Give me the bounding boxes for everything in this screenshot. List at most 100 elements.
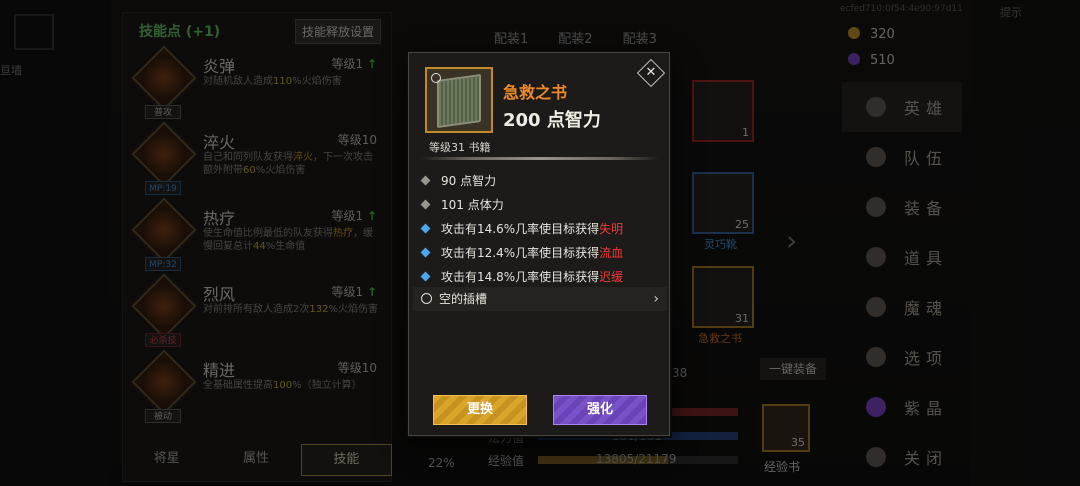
desc-highlight: 100 [273, 380, 293, 391]
gem-icon [848, 53, 860, 65]
desc-text: 自己和同列队友获得 [203, 152, 293, 163]
skill-row[interactable]: 必杀技 烈风 等级1 ↑ 对前排所有敌人造成2次132%火焰伤害 [131, 273, 383, 353]
chevron-right-icon: › [653, 291, 659, 307]
desc-text: 使生命值比例最低的队友获得 [203, 228, 333, 239]
equipment-slot-book[interactable]: 31 [692, 266, 754, 328]
menu-label: 队伍 [904, 149, 949, 168]
skill-name: 热疗 [203, 209, 236, 228]
skill-tag: MP:32 [145, 257, 181, 271]
exp-book-label: 经验书 [764, 460, 801, 474]
gold-icon [848, 27, 860, 39]
desc-highlight: 60 [243, 165, 256, 176]
menu-label: 紫晶 [904, 399, 949, 418]
menu-item-team[interactable]: 队伍 [842, 132, 962, 182]
slot-label: 灵巧靴 [704, 238, 737, 251]
menu-item-items[interactable]: 道具 [842, 232, 962, 282]
skill-description: 对前排所有敌人造成2次132%火焰伤害 [203, 303, 379, 316]
desc-text: 对随机敌人造成 [203, 76, 273, 87]
bag-icon [866, 247, 886, 267]
slot-count: 1 [742, 126, 749, 139]
skill-level: 等级10 [337, 133, 377, 147]
menu-label: 道具 [904, 249, 949, 268]
desc-text: %火焰伤害 [255, 165, 306, 176]
slot-label: 急救之书 [698, 332, 742, 345]
desc-text: %生命值 [265, 241, 306, 252]
desc-highlight: 110 [273, 76, 293, 87]
effect-text: 攻击有14.8%几率使目标获得 [441, 270, 600, 284]
stat-text: 101 点体力 [441, 198, 504, 212]
tab-attributes[interactable]: 属性 [211, 444, 300, 476]
close-icon[interactable]: ✕ [644, 62, 658, 84]
book-icon [437, 73, 481, 129]
exp-book-item[interactable]: 35 [762, 404, 810, 452]
heat-heal-icon [131, 197, 197, 263]
slot-count: 25 [735, 218, 749, 231]
desc-text: %火焰伤害 [292, 76, 342, 87]
desc-highlight: 热疗 [333, 228, 353, 239]
menu-item-close[interactable]: 关闭 [842, 432, 962, 482]
skill-description: 全基础属性提高100%（独立计算） [203, 379, 379, 392]
level-up-arrow-icon[interactable]: ↑ [367, 285, 377, 299]
skill-header: 技能点 (+1) 技能释放设置 [123, 13, 391, 49]
level-up-arrow-icon[interactable]: ↑ [367, 209, 377, 223]
stat-value: 38 [672, 366, 688, 380]
session-code: ecfed710:0f54:4e90:97d11 [840, 4, 963, 14]
menu-item-hero[interactable]: 英雄 [842, 82, 962, 132]
chevron-right-icon[interactable]: › [786, 224, 797, 257]
item-detail-popup: 急救之书 200 点智力 等级31 书籍 ✕ 90 点智力 101 点体力 攻击… [408, 52, 670, 436]
exp-value: 13805/21179 [596, 452, 677, 466]
helmet-icon [866, 197, 886, 217]
tab-loadout-3[interactable]: 配装3 [623, 28, 657, 47]
tab-generals[interactable]: 将星 [122, 444, 211, 476]
crystal-icon [866, 397, 886, 417]
equipment-slot-boots[interactable]: 25 [692, 172, 754, 234]
skill-level-text: 等级1 [331, 285, 364, 299]
percent-value: 22% [428, 456, 455, 470]
skill-release-settings-button[interactable]: 技能释放设置 [294, 18, 381, 44]
desc-text: 对前排所有敌人造成2次 [203, 304, 310, 315]
desc-highlight: 132 [309, 304, 329, 315]
skill-row[interactable]: 被动 精进 等级10 全基础属性提高100%（独立计算） [131, 349, 383, 429]
skill-tag: 必杀技 [145, 333, 181, 347]
level-up-arrow-icon[interactable]: ↑ [367, 57, 377, 71]
menu-item-crystal[interactable]: 紫晶 [842, 382, 962, 432]
one-click-equip-button[interactable]: 一键装备 [760, 358, 826, 380]
skill-description: 对随机敌人造成110%火焰伤害 [203, 75, 379, 88]
gold-value: 320 [870, 27, 895, 42]
item-level-type: 等级31 书籍 [429, 141, 491, 154]
item-stats: 90 点智力 101 点体力 攻击有14.6%几率使目标获得失明 攻击有12.4… [417, 169, 663, 289]
menu-item-options[interactable]: 选项 [842, 332, 962, 382]
tab-loadout-2[interactable]: 配装2 [558, 28, 592, 47]
gear-icon [866, 347, 886, 367]
menu-item-equipment[interactable]: 装备 [842, 182, 962, 232]
skill-name: 炎弹 [203, 57, 236, 76]
skill-level: 等级10 [337, 361, 377, 375]
flag-icon [866, 147, 886, 167]
gale-icon [131, 273, 197, 339]
menu-label: 魔魂 [904, 299, 949, 318]
effect-stat: 攻击有14.8%几率使目标获得迟缓 [417, 265, 663, 289]
slot-count: 31 [735, 312, 749, 325]
empty-socket-row[interactable]: 空的插槽 › [413, 287, 667, 311]
skill-tag: MP:19 [145, 181, 181, 195]
item-name: 急救之书 [503, 83, 568, 102]
effect-stat: 攻击有12.4%几率使目标获得流血 [417, 241, 663, 265]
base-stat: 101 点体力 [417, 193, 663, 217]
swap-button[interactable]: 更换 [433, 395, 527, 425]
skill-row[interactable]: MP:32 热疗 等级1 ↑ 使生命值比例最低的队友获得热疗，缓慢回复总计44%… [131, 197, 383, 277]
desc-text: %火焰伤害 [328, 304, 378, 315]
skill-description: 自己和同列队友获得淬火，下一次攻击额外附带60%火焰伤害 [203, 151, 379, 177]
loadout-tabs: 配装1 配装2 配装3 [494, 28, 657, 47]
equipment-slot-weapon[interactable]: 1 [692, 80, 754, 142]
tab-skills[interactable]: 技能 [300, 444, 392, 476]
skill-level-text: 等级1 [331, 209, 364, 223]
empty-socket-icon [421, 293, 432, 304]
upgrade-button[interactable]: 强化 [553, 395, 647, 425]
skill-row[interactable]: MP:19 淬火 等级10 自己和同列队友获得淬火，下一次攻击额外附带60%火焰… [131, 121, 383, 201]
menu-label: 装备 [904, 199, 949, 218]
status-effect: 迟缓 [599, 270, 624, 284]
tab-loadout-1[interactable]: 配装1 [494, 28, 528, 47]
menu-item-soul[interactable]: 魔魂 [842, 282, 962, 332]
skill-row[interactable]: 普攻 炎弹 等级1 ↑ 对随机敌人造成110%火焰伤害 [131, 45, 383, 125]
item-main-stat: 200 点智力 [503, 110, 601, 131]
